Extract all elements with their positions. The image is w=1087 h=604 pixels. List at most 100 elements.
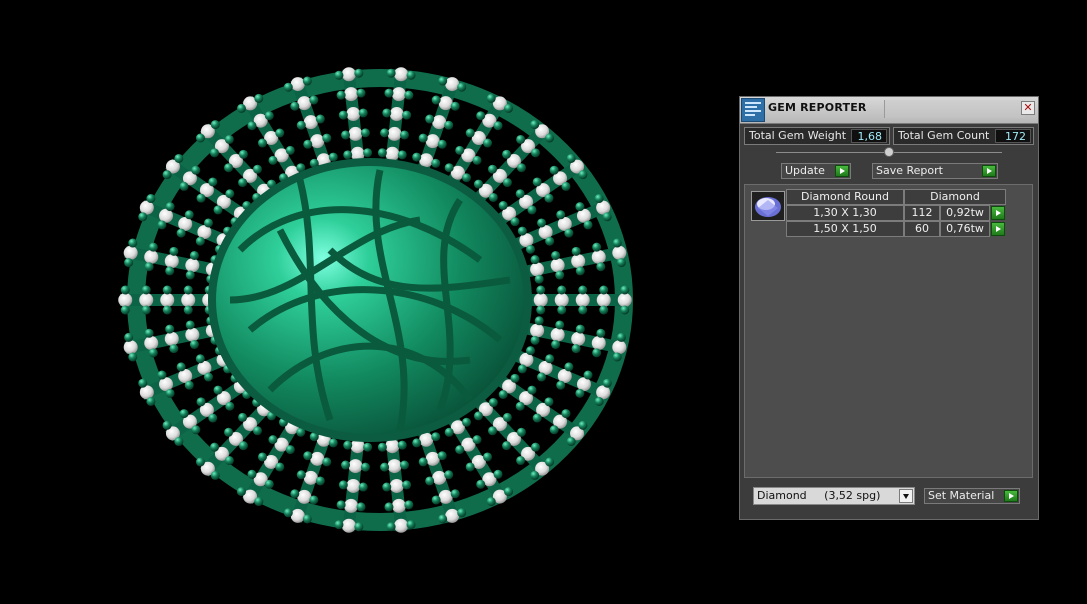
- prong-bead: [596, 328, 606, 338]
- prong-bead: [183, 305, 193, 315]
- gem-list[interactable]: Diamond Round Diamond 1,30 X 1,30 112 0,…: [744, 184, 1033, 478]
- prong-bead: [309, 95, 319, 105]
- prong-bead: [534, 316, 544, 326]
- set-diamond: [530, 323, 545, 338]
- prong-bead: [566, 153, 576, 163]
- prong-bead: [564, 362, 574, 372]
- play-arrow-icon[interactable]: [991, 222, 1005, 236]
- material-select[interactable]: Diamond (3,52 spg): [753, 487, 915, 505]
- prong-bead: [431, 95, 441, 105]
- set-diamond: [571, 254, 586, 269]
- prong-bead: [303, 139, 313, 149]
- prong-bead: [377, 442, 387, 452]
- prong-bead: [555, 270, 565, 280]
- slider-handle[interactable]: [884, 147, 894, 157]
- titlebar[interactable]: GEM REPORTER ✕: [740, 97, 1038, 124]
- prong-bead: [488, 192, 498, 202]
- prong-bead: [290, 101, 300, 111]
- prong-bead: [384, 502, 394, 512]
- set-diamond: [160, 293, 175, 307]
- set-diamond: [297, 96, 312, 111]
- prong-bead: [247, 469, 257, 479]
- prong-bead: [578, 170, 588, 180]
- prong-bead: [530, 442, 540, 452]
- prong-bead: [179, 409, 189, 419]
- prong-bead: [184, 210, 194, 220]
- save-report-button[interactable]: Save Report: [872, 163, 998, 179]
- prong-bead: [502, 149, 512, 159]
- prong-bead: [425, 114, 435, 124]
- prong-bead: [343, 440, 353, 450]
- chevron-down-icon[interactable]: [899, 489, 913, 503]
- prong-bead: [169, 344, 179, 354]
- prong-bead: [594, 194, 604, 204]
- prong-bead: [483, 138, 493, 148]
- prong-bead: [578, 305, 588, 315]
- prong-bead: [141, 285, 151, 295]
- panel-title: GEM REPORTER: [768, 101, 867, 114]
- prong-bead: [502, 178, 512, 188]
- prong-bead: [578, 420, 588, 430]
- prong-bead: [185, 320, 195, 330]
- prong-bead: [612, 352, 622, 362]
- prong-bead: [356, 88, 366, 98]
- prong-bead: [525, 244, 535, 254]
- prong-bead: [336, 90, 346, 100]
- prong-bead: [537, 372, 547, 382]
- prong-bead: [264, 111, 274, 121]
- prong-bead: [343, 150, 353, 160]
- 3d-viewport[interactable]: [0, 0, 700, 600]
- prong-bead: [544, 397, 554, 407]
- prong-bead: [516, 163, 526, 173]
- set-diamond: [123, 340, 138, 355]
- prong-bead: [616, 332, 626, 342]
- update-button[interactable]: Update: [781, 163, 851, 179]
- prong-bead: [431, 495, 441, 505]
- set-diamond: [344, 87, 359, 102]
- prong-bead: [530, 120, 540, 130]
- prong-bead: [549, 165, 559, 175]
- prong-bead: [462, 173, 472, 183]
- prong-bead: [592, 242, 602, 252]
- row-weight: 0,76tw: [940, 221, 990, 237]
- prong-bead: [510, 217, 520, 227]
- total-gem-weight-value: 1,68: [851, 129, 887, 143]
- set-diamond: [389, 478, 404, 493]
- prong-bead: [530, 255, 540, 265]
- prong-bead: [406, 520, 416, 530]
- prong-bead: [532, 413, 542, 423]
- play-arrow-icon[interactable]: [991, 206, 1005, 220]
- set-diamond: [297, 489, 312, 504]
- column-header-diamond: Diamond: [904, 189, 1006, 205]
- prong-bead: [596, 262, 606, 272]
- prong-bead: [203, 372, 213, 382]
- prong-bead: [530, 148, 540, 158]
- prong-bead: [380, 462, 390, 472]
- prong-bead: [247, 121, 257, 131]
- play-arrow-icon: [835, 165, 849, 177]
- prong-bead: [236, 487, 246, 497]
- set-diamond: [550, 327, 565, 342]
- set-material-button[interactable]: Set Material: [924, 488, 1020, 504]
- set-diamond: [181, 293, 196, 307]
- prong-bead: [465, 128, 475, 138]
- close-icon[interactable]: ✕: [1021, 101, 1035, 115]
- set-diamond: [139, 293, 154, 307]
- set-diamond: [144, 336, 159, 351]
- total-gem-weight-field: Total Gem Weight 1,68: [744, 127, 890, 145]
- prong-bead: [545, 133, 555, 143]
- prong-bead: [536, 305, 546, 315]
- prong-bead: [457, 508, 467, 518]
- prong-bead: [515, 189, 525, 199]
- titlebar-drag-area[interactable]: [884, 100, 1025, 118]
- prong-bead: [488, 426, 498, 436]
- prong-bead: [450, 101, 460, 111]
- prong-bead: [612, 238, 622, 248]
- prong-bead: [515, 401, 525, 411]
- save-report-button-label: Save Report: [876, 164, 943, 177]
- prong-bead: [238, 178, 248, 188]
- prong-bead: [594, 396, 604, 406]
- prong-bead: [191, 165, 201, 175]
- prong-bead: [174, 437, 184, 447]
- prong-bead: [578, 285, 588, 295]
